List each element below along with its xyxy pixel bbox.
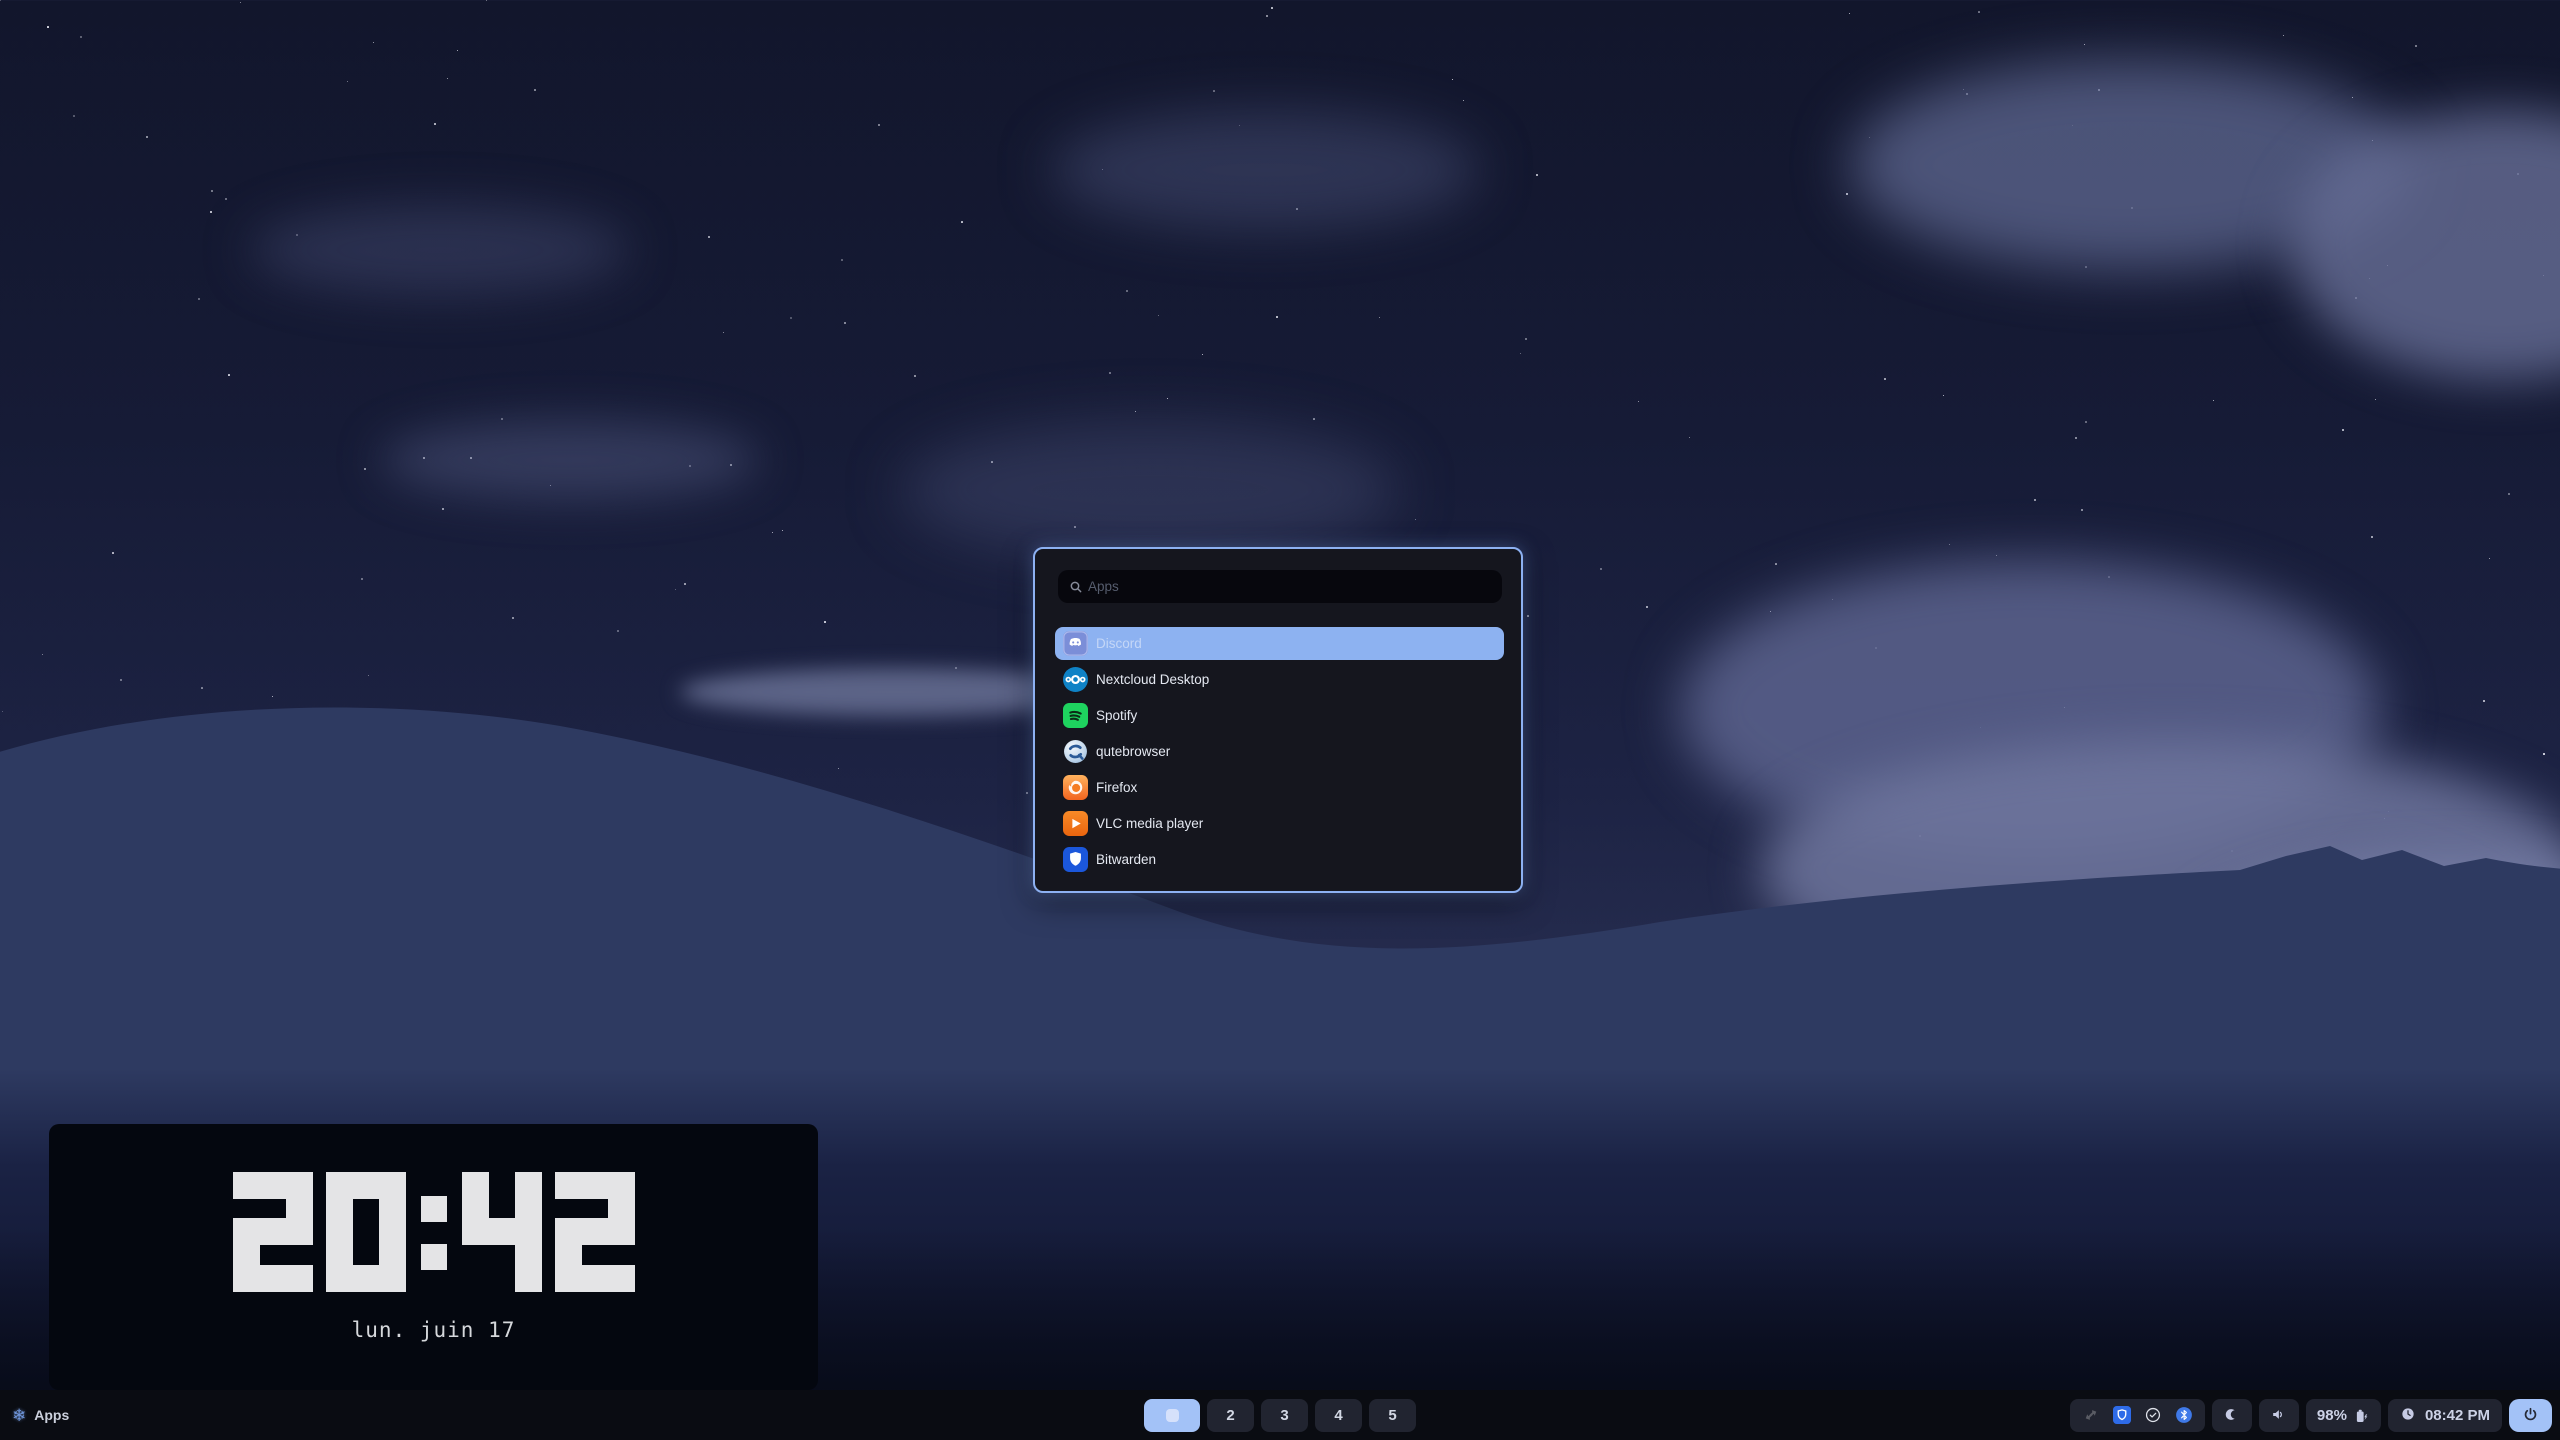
search-box[interactable]	[1058, 570, 1502, 603]
battery-indicator[interactable]: 98%	[2306, 1399, 2381, 1432]
app-label: qutebrowser	[1096, 744, 1170, 759]
search-icon	[1068, 579, 1084, 595]
taskbar-time: 08:42 PM	[2425, 1407, 2490, 1424]
clock-colon	[419, 1172, 449, 1292]
battery-percent: 98%	[2317, 1407, 2347, 1424]
volume-button[interactable]	[2259, 1399, 2299, 1432]
workspace-5[interactable]: 5	[1369, 1399, 1416, 1432]
workspace-4[interactable]: 4	[1315, 1399, 1362, 1432]
taskbar-clock[interactable]: 08:42 PM	[2388, 1399, 2502, 1432]
spotify-icon	[1063, 703, 1088, 728]
nextcloud-icon	[1063, 667, 1088, 692]
check-circle-icon[interactable]	[2144, 1406, 2162, 1424]
app-row-firefox[interactable]: Firefox	[1055, 771, 1504, 804]
taskbar: ❄ Apps 2345 98% 08:42 PM	[0, 1390, 2560, 1440]
clock-digit	[462, 1172, 542, 1292]
apps-menu-button[interactable]: ❄ Apps	[12, 1390, 69, 1440]
app-row-spotify[interactable]: Spotify	[1055, 699, 1504, 732]
app-label: Bitwarden	[1096, 852, 1156, 867]
discord-icon	[1063, 631, 1088, 656]
qutebrowser-icon	[1063, 739, 1088, 764]
clock-icon	[2400, 1406, 2418, 1424]
app-list: Discord Nextcloud Desktop Spotify qutebrows…	[1055, 627, 1504, 876]
workspace-3[interactable]: 3	[1261, 1399, 1308, 1432]
clock-date: lun. juin 17	[352, 1318, 516, 1342]
night-light-button[interactable]	[2212, 1399, 2252, 1432]
workspace-2[interactable]: 2	[1207, 1399, 1254, 1432]
app-launcher: Discord Nextcloud Desktop Spotify qutebrows…	[1033, 547, 1523, 893]
sync-icon[interactable]	[2082, 1406, 2100, 1424]
workspace-1[interactable]	[1144, 1399, 1200, 1432]
app-label: Discord	[1096, 636, 1142, 651]
firefox-icon	[1063, 775, 1088, 800]
app-row-nextcloud[interactable]: Nextcloud Desktop	[1055, 663, 1504, 696]
clock-digit	[555, 1172, 635, 1292]
clock-digit	[233, 1172, 313, 1292]
app-row-discord[interactable]: Discord	[1055, 627, 1504, 660]
workspace-switcher: 2345	[1144, 1399, 1416, 1432]
bluetooth-icon[interactable]	[2175, 1406, 2193, 1424]
system-tray: 98% 08:42 PM	[2070, 1399, 2552, 1432]
search-input[interactable]	[1086, 578, 1492, 595]
active-workspace-indicator	[1166, 1409, 1179, 1422]
app-row-bitwarden[interactable]: Bitwarden	[1055, 843, 1504, 876]
tray-icons-pill	[2070, 1399, 2205, 1432]
nix-snowflake-icon: ❄	[12, 1407, 26, 1424]
apps-button-label: Apps	[34, 1407, 69, 1423]
app-row-qutebrowser[interactable]: qutebrowser	[1055, 735, 1504, 768]
clock-digit	[326, 1172, 406, 1292]
battery-charging-icon	[2352, 1406, 2370, 1424]
volume-icon	[2270, 1406, 2288, 1424]
bitwarden-icon	[1063, 847, 1088, 872]
app-label: Spotify	[1096, 708, 1137, 723]
clock-widget: lun. juin 17	[49, 1124, 818, 1390]
app-label: Firefox	[1096, 780, 1137, 795]
power-icon	[2522, 1406, 2540, 1424]
app-label: VLC media player	[1096, 816, 1203, 831]
bitwarden-tray-icon[interactable]	[2113, 1406, 2131, 1424]
night-light-icon	[2223, 1406, 2241, 1424]
app-row-vlc[interactable]: VLC media player	[1055, 807, 1504, 840]
power-button[interactable]	[2509, 1399, 2552, 1432]
vlc-icon	[1063, 811, 1088, 836]
app-label: Nextcloud Desktop	[1096, 672, 1209, 687]
clock-time	[233, 1172, 635, 1292]
